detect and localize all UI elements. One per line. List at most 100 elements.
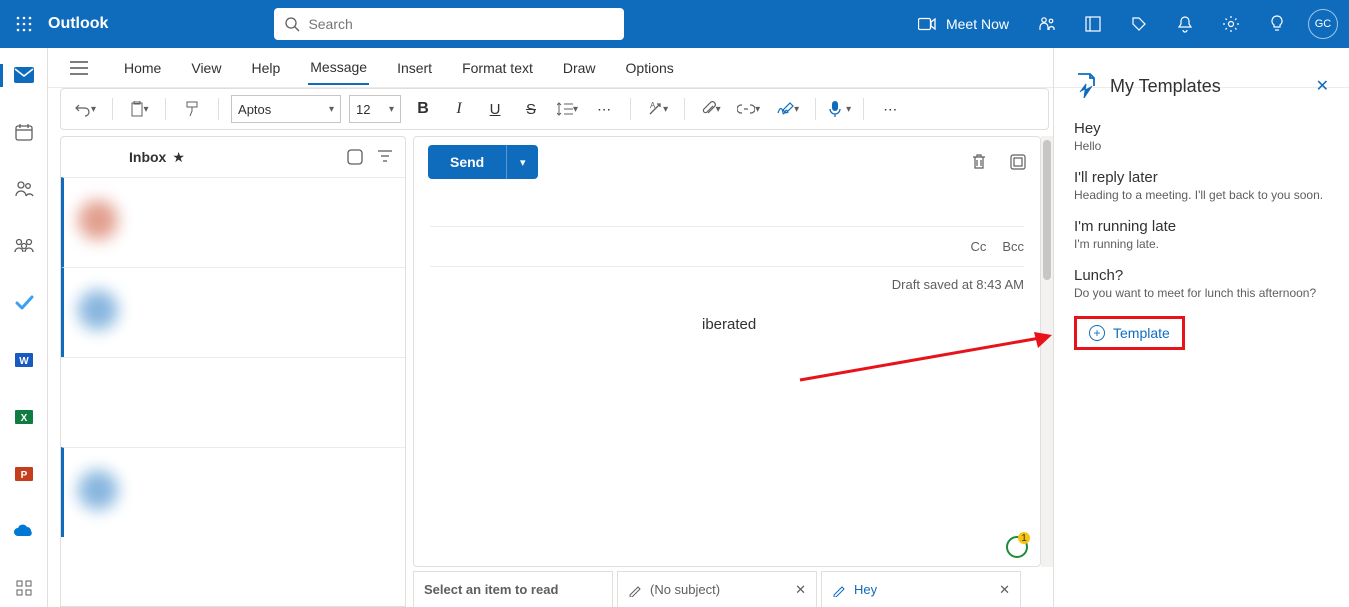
more-apps-rail-icon[interactable] [0,568,48,607]
close-tab-icon[interactable]: ✕ [999,582,1010,598]
format-painter-button[interactable] [178,93,206,125]
powerpoint-rail-icon[interactable]: P [0,454,48,493]
attach-button[interactable]: ▾ [697,93,725,125]
chevron-down-icon: ▾ [389,104,394,115]
select-all-icon[interactable] [347,149,363,165]
tag-icon[interactable] [1117,0,1161,48]
tab-format-text[interactable]: Format text [460,52,535,84]
meet-now-button[interactable]: Meet Now [912,16,1023,32]
tab-home[interactable]: Home [122,52,163,84]
tab-insert[interactable]: Insert [395,52,434,84]
dictate-button[interactable]: ▾ [828,100,851,118]
search-input[interactable] [308,16,614,32]
body-fragment: iberated [702,316,756,333]
calendar-rail-icon[interactable] [0,113,48,152]
scroll-thumb[interactable] [1043,140,1051,280]
tab-help[interactable]: Help [249,52,282,84]
strikethrough-button[interactable]: S [517,93,545,125]
favorite-star-icon[interactable]: ★ [172,149,185,166]
people-rail-icon[interactable] [0,170,48,209]
chevron-down-icon: ▾ [329,104,334,115]
onedrive-rail-icon[interactable] [0,511,48,550]
styles-button[interactable]: A▾ [643,93,672,125]
filter-icon[interactable] [377,149,393,165]
chevron-down-icon: ▾ [573,104,578,115]
bold-button[interactable]: B [409,93,437,125]
message-item[interactable] [61,357,405,447]
underline-button[interactable]: U [481,93,509,125]
send-button[interactable]: Send [428,145,506,179]
to-field-row[interactable] [430,187,1024,227]
tab-view[interactable]: View [189,52,223,84]
tab-draw[interactable]: Draw [561,52,598,84]
grammarly-badge[interactable] [1006,536,1028,558]
chevron-down-icon: ▾ [846,104,851,115]
close-tab-icon[interactable]: ✕ [795,582,806,598]
close-pane-icon[interactable]: ✕ [1316,76,1329,96]
account-avatar[interactable]: GC [1301,0,1345,48]
compose-tab-2[interactable]: Hey ✕ [821,571,1021,607]
svg-text:W: W [19,356,29,367]
chevron-down-icon: ▾ [794,104,799,115]
send-options-button[interactable]: ▾ [506,145,538,179]
tips-icon[interactable] [1255,0,1299,48]
font-family-select[interactable]: Aptos▾ [231,95,341,123]
scrollbar[interactable] [1041,136,1053,567]
font-size-select[interactable]: 12▾ [349,95,401,123]
app-launcher-icon[interactable] [0,0,48,48]
message-body[interactable]: iberated [414,302,1040,347]
camera-icon [918,17,936,31]
chevron-down-icon: ▾ [716,104,721,115]
undo-button[interactable]: ▾ [71,93,100,125]
message-list-pane: Inbox ★ [60,136,406,607]
message-item[interactable] [61,177,405,267]
chevron-down-icon: ▾ [91,104,96,115]
svg-text:A: A [650,101,656,110]
chevron-down-icon: ▾ [755,104,760,115]
note-icon[interactable] [1071,0,1115,48]
chevron-down-icon: ▾ [520,156,526,169]
add-template-button[interactable]: + Template [1074,316,1185,350]
pencil-icon [832,583,846,597]
popout-icon[interactable] [1010,154,1026,170]
teams-icon[interactable] [1025,0,1069,48]
meet-now-label: Meet Now [946,16,1009,32]
groups-rail-icon[interactable] [0,227,48,266]
line-spacing-button[interactable]: ▾ [553,93,582,125]
chevron-down-icon: ▾ [663,104,668,115]
signature-button[interactable]: ▾ [772,93,803,125]
templates-title: My Templates [1110,76,1221,97]
paste-button[interactable]: ▾ [125,93,153,125]
titlebar: Outlook Meet Now GC [0,0,1349,48]
excel-rail-icon[interactable]: X [0,397,48,436]
inbox-header: Inbox ★ [61,137,405,177]
cc-bcc-row: Cc Bcc [430,227,1024,267]
delete-draft-icon[interactable] [972,154,986,170]
message-item[interactable] [61,447,405,537]
chevron-down-icon: ▾ [144,104,149,115]
folder-title: Inbox [129,149,166,165]
more-commands-button[interactable]: ⋯ [876,93,904,125]
compose-tab-1[interactable]: (No subject) ✕ [617,571,817,607]
italic-button[interactable]: I [445,93,473,125]
bell-icon[interactable] [1163,0,1207,48]
link-button[interactable]: ▾ [733,93,764,125]
template-item[interactable]: Lunch? Do you want to meet for lunch thi… [1074,267,1329,300]
message-item[interactable] [61,267,405,357]
gear-icon[interactable] [1209,0,1253,48]
word-rail-icon[interactable]: W [0,341,48,380]
toggle-folder-pane-icon[interactable] [62,61,96,75]
template-item[interactable]: I'm running late I'm running late. [1074,218,1329,251]
more-formatting-button[interactable]: ⋯ [590,93,618,125]
tab-message[interactable]: Message [308,51,369,85]
template-item[interactable]: I'll reply later Heading to a meeting. I… [1074,169,1329,202]
mail-rail-icon[interactable] [0,56,48,95]
search-box[interactable] [274,8,624,40]
todo-rail-icon[interactable] [0,284,48,323]
bottom-tabs: Select an item to read (No subject) ✕ He… [413,571,1041,607]
cc-button[interactable]: Cc [970,239,986,254]
bcc-button[interactable]: Bcc [1002,239,1024,254]
template-item[interactable]: Hey Hello [1074,120,1329,153]
tab-options[interactable]: Options [624,52,676,84]
templates-icon [1074,72,1098,100]
